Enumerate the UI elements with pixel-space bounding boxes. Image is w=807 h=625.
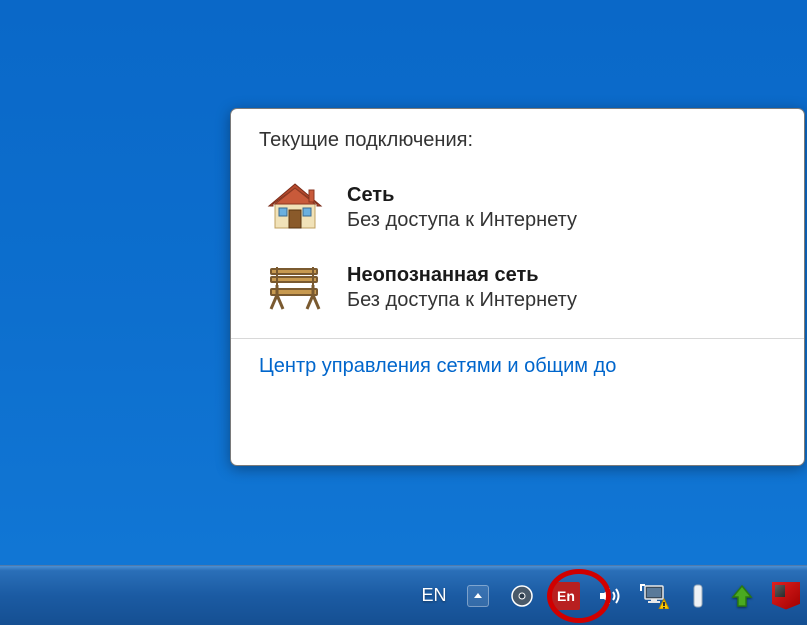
chevron-up-icon (467, 585, 489, 607)
language-text: EN (421, 585, 446, 606)
speaker-icon (597, 583, 623, 609)
network-warning-icon (639, 583, 669, 609)
volume-tray-icon[interactable] (595, 578, 625, 614)
bench-icon (263, 260, 327, 316)
connection-text: Неопознанная сеть Без доступа к Интернет… (347, 264, 577, 312)
connection-status: Без доступа к Интернету (347, 289, 577, 312)
generic-tray-icon[interactable] (683, 578, 713, 614)
network-center-link[interactable]: Центр управления сетями и общим до (259, 355, 616, 377)
connection-text: Сеть Без доступа к Интернету (347, 184, 577, 232)
language-indicator[interactable]: EN (419, 578, 449, 614)
connection-item[interactable]: Сеть Без доступа к Интернету (259, 172, 776, 244)
disc-icon (509, 583, 535, 609)
network-flyout: Текущие подключения: Сеть Без доступа к … (230, 108, 805, 466)
punto-label: En (552, 582, 580, 610)
connection-item[interactable]: Неопознанная сеть Без доступа к Интернет… (259, 252, 776, 324)
taskbar: EN En (0, 565, 807, 625)
house-icon (263, 180, 327, 236)
connection-name: Сеть (347, 184, 577, 207)
connection-name: Неопознанная сеть (347, 264, 577, 287)
flyout-title: Текущие подключения: (259, 129, 776, 152)
disc-tray-icon[interactable] (507, 578, 537, 614)
punto-switcher-icon[interactable]: En (551, 578, 581, 614)
update-arrow-icon[interactable] (727, 578, 757, 614)
arrow-up-icon (729, 583, 755, 609)
connection-status: Без доступа к Интернету (347, 209, 577, 232)
kaspersky-icon (772, 582, 800, 610)
divider (231, 338, 804, 339)
bar-icon (688, 583, 708, 609)
show-hidden-icons-button[interactable] (463, 578, 493, 614)
kaspersky-tray-icon[interactable] (771, 578, 801, 614)
network-tray-icon[interactable] (639, 578, 669, 614)
